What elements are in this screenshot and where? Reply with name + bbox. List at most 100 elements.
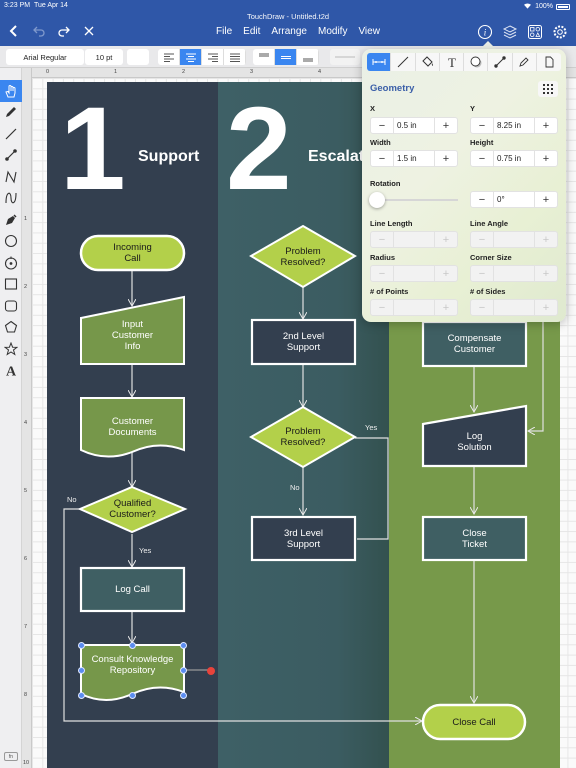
vruler-label: 3: [24, 352, 28, 358]
tab-pencil[interactable]: [513, 53, 538, 71]
label-incoming-call[interactable]: Incoming Call: [81, 236, 184, 270]
menu-edit[interactable]: Edit: [243, 26, 260, 37]
tab-fill[interactable]: [416, 53, 440, 71]
height-stepper: − 0.75 in +: [470, 150, 558, 167]
menu-view[interactable]: View: [358, 26, 380, 37]
label-log-solution[interactable]: Log Solution: [423, 420, 526, 464]
tool-star[interactable]: [0, 338, 22, 360]
label-close-ticket[interactable]: Close Ticket: [423, 517, 526, 560]
rotation-decrement-button[interactable]: −: [471, 192, 493, 207]
valign-top-icon: [258, 53, 269, 56]
polyline-icon: [5, 170, 17, 184]
shapes-library-icon: [528, 25, 542, 39]
y-decrement-button[interactable]: −: [471, 118, 493, 133]
hruler-label: 1: [114, 69, 118, 75]
shapes-library-button[interactable]: [527, 24, 543, 40]
rotation-increment-button[interactable]: +: [535, 192, 557, 207]
resize-handle-bottom-right[interactable]: [180, 692, 187, 699]
tool-text[interactable]: A: [0, 360, 22, 382]
label-consult-knowledge[interactable]: Consult Knowledge Repository: [81, 648, 184, 682]
menu-file[interactable]: File: [216, 26, 232, 37]
label-close-call[interactable]: Close Call: [423, 705, 525, 739]
resize-handle-right[interactable]: [180, 667, 187, 674]
lane-title-escalation: Escalat: [308, 148, 365, 165]
x-input[interactable]: 0.5 in: [393, 118, 435, 133]
label-compensate-customer[interactable]: Compensate Customer: [423, 322, 526, 366]
tool-circle-center[interactable]: [0, 252, 22, 274]
label-2nd-level[interactable]: 2nd Level Support: [252, 320, 355, 364]
label-problem-resolved-1[interactable]: Problem Resolved?: [251, 240, 355, 274]
tool-curve[interactable]: [0, 188, 22, 210]
label-customer-documents[interactable]: Customer Documents: [81, 410, 184, 444]
edge-label-yes: Yes: [139, 546, 152, 555]
menu-modify[interactable]: Modify: [318, 26, 347, 37]
rotation-handle[interactable]: [207, 667, 215, 675]
star-icon: [4, 341, 18, 356]
rotation-input[interactable]: 0°: [493, 192, 535, 207]
tool-connector[interactable]: [0, 145, 22, 167]
label-problem-resolved-2[interactable]: Problem Resolved?: [251, 420, 355, 454]
tab-text[interactable]: T: [440, 53, 465, 71]
fn-button[interactable]: fn: [4, 752, 18, 761]
height-increment-button[interactable]: +: [535, 151, 557, 166]
valign-middle-button[interactable]: [275, 49, 297, 65]
tab-geometry[interactable]: [367, 53, 392, 71]
tool-pencil[interactable]: [0, 102, 22, 124]
tool-select-hand[interactable]: [0, 80, 22, 102]
line-icon: [5, 128, 17, 140]
connector-line-icon: [494, 56, 506, 68]
tool-ellipse[interactable]: [0, 231, 22, 253]
valign-bottom-button[interactable]: [297, 49, 319, 65]
width-increment-button[interactable]: +: [435, 151, 457, 166]
tool-rectangle[interactable]: [0, 274, 22, 296]
resize-handle-bottom[interactable]: [129, 692, 136, 699]
valign-top-button[interactable]: [253, 49, 275, 65]
label-qualified-customer[interactable]: Qualified Customer?: [80, 492, 185, 526]
tab-line[interactable]: [391, 53, 416, 71]
align-center-button[interactable]: [180, 49, 202, 65]
label-log-call[interactable]: Log Call: [81, 568, 184, 611]
y-increment-button[interactable]: +: [535, 118, 557, 133]
tab-connector[interactable]: [488, 53, 513, 71]
tab-shadow[interactable]: [464, 53, 489, 71]
label-3rd-level[interactable]: 3rd Level Support: [252, 517, 355, 560]
width-decrement-button[interactable]: −: [371, 151, 393, 166]
height-decrement-button[interactable]: −: [471, 151, 493, 166]
font-name-selector[interactable]: Arial Regular: [6, 49, 84, 65]
tool-line[interactable]: [0, 123, 22, 145]
num-points-stepper: − +: [370, 299, 458, 316]
tool-polygon[interactable]: [0, 317, 22, 339]
align-justify-button[interactable]: [224, 49, 246, 65]
resize-handle-top-left[interactable]: [78, 642, 85, 649]
svg-text:A: A: [6, 365, 17, 378]
width-input[interactable]: 1.5 in: [393, 151, 435, 166]
text-color-swatch[interactable]: [127, 49, 149, 65]
align-right-button[interactable]: [202, 49, 224, 65]
page-icon: [545, 56, 554, 68]
y-input[interactable]: 8.25 in: [493, 118, 535, 133]
menu-arrange[interactable]: Arrange: [271, 26, 307, 37]
x-decrement-button[interactable]: −: [371, 118, 393, 133]
label-input-customer-info[interactable]: Input Customer Info: [81, 312, 184, 358]
layers-button[interactable]: [502, 24, 518, 40]
resize-handle-top[interactable]: [129, 642, 136, 649]
tool-polyline[interactable]: [0, 166, 22, 188]
tool-rounded-rectangle[interactable]: [0, 295, 22, 317]
x-increment-button[interactable]: +: [435, 118, 457, 133]
line-style-selector[interactable]: [330, 49, 360, 65]
resize-handle-left[interactable]: [78, 667, 85, 674]
resize-handle-top-right[interactable]: [180, 642, 187, 649]
height-input[interactable]: 0.75 in: [493, 151, 535, 166]
info-button[interactable]: i: [477, 24, 493, 40]
section-title: Geometry: [370, 83, 415, 94]
align-left-button[interactable]: [158, 49, 180, 65]
rotation-slider-knob[interactable]: [369, 192, 385, 208]
settings-button[interactable]: [552, 24, 568, 40]
font-size-selector[interactable]: 10 pt: [85, 49, 123, 65]
tool-pen[interactable]: [0, 209, 22, 231]
snap-grid-button[interactable]: [538, 81, 558, 97]
line-style-icon: [335, 56, 355, 58]
status-indicators: 100%: [523, 2, 570, 11]
tab-page[interactable]: [537, 53, 561, 71]
resize-handle-bottom-left[interactable]: [78, 692, 85, 699]
